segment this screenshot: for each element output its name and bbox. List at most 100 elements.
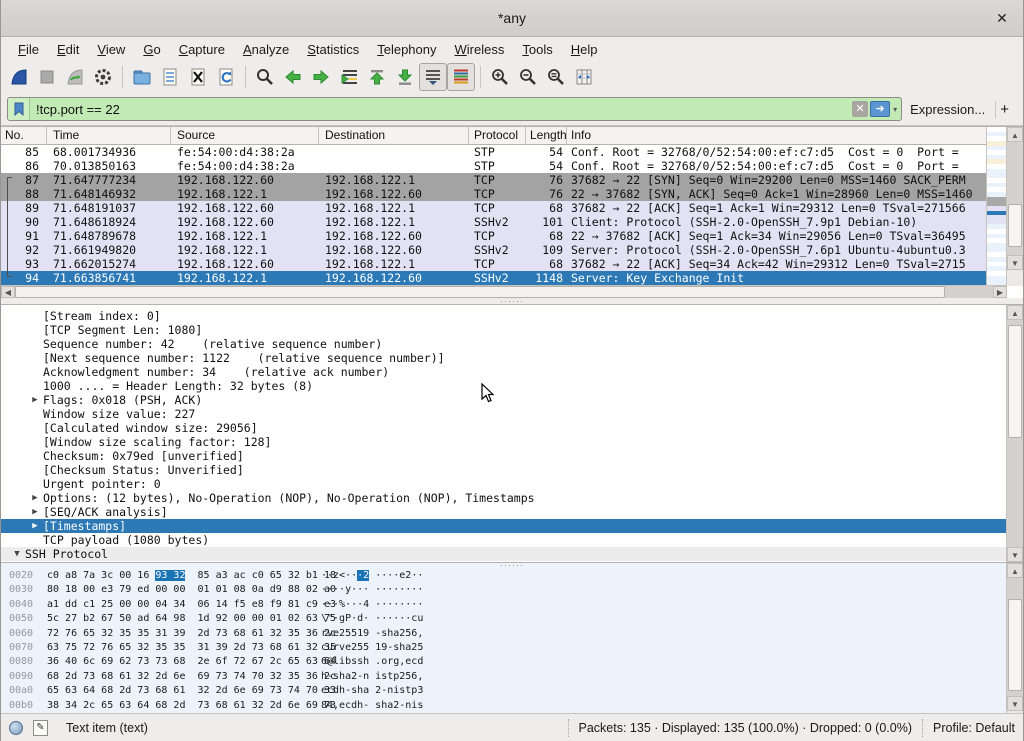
column-header-length[interactable]: Length: [526, 127, 567, 144]
go-first-packet-icon[interactable]: [363, 63, 391, 91]
packet-row[interactable]: 8971.648191037192.168.122.60192.168.122.…: [1, 201, 1023, 215]
resize-columns-icon[interactable]: [570, 63, 598, 91]
packet-row[interactable]: 8871.648146932192.168.122.1192.168.122.6…: [1, 187, 1023, 201]
expander-collapsed-icon[interactable]: ▶: [27, 491, 43, 505]
scrollbar-track[interactable]: [1007, 320, 1023, 547]
column-header-no[interactable]: No.: [1, 127, 47, 144]
close-file-icon[interactable]: [184, 63, 212, 91]
hex-ascii[interactable]: ···%···4 ········: [321, 598, 423, 612]
expander-expanded-icon[interactable]: ▼: [9, 547, 25, 561]
hex-row[interactable]: 00b038 34 2c 65 63 64 68 2d 73 68 61 32 …: [1, 699, 1006, 713]
detail-line[interactable]: Checksum: 0x79ed [unverified]: [1, 449, 1006, 463]
auto-scroll-toggle-icon[interactable]: [419, 63, 447, 91]
hex-bytes[interactable]: 80 18 00 e3 79 ed 00 00 01 01 08 0a d9 8…: [47, 583, 336, 597]
hex-bytes[interactable]: 38 34 2c 65 63 64 68 2d 73 68 61 32 2d 6…: [47, 699, 336, 713]
filter-clear-icon[interactable]: ✕: [852, 101, 868, 117]
packet-row[interactable]: 9071.648618924192.168.122.60192.168.122.…: [1, 215, 1023, 229]
detail-line[interactable]: ▶[SEQ/ACK analysis]: [1, 505, 1006, 519]
packet-minimap[interactable]: [986, 127, 1006, 285]
hex-row[interactable]: 00a065 63 64 68 2d 73 68 61 32 2d 6e 69 …: [1, 684, 1006, 698]
packet-row[interactable]: 9371.662015274192.168.122.60192.168.122.…: [1, 257, 1023, 271]
hex-ascii[interactable]: h-sha2-n istp256,: [321, 670, 423, 684]
scrollbar-track[interactable]: [1007, 578, 1023, 696]
detail-line[interactable]: Acknowledgment number: 34 (relative ack …: [1, 365, 1006, 379]
hex-bytes[interactable]: c0 a8 7a 3c 00 16 93 32 85 a3 ac c0 65 3…: [47, 569, 336, 583]
hex-bytes[interactable]: 72 76 65 32 35 35 31 39 2d 73 68 61 32 3…: [47, 627, 336, 641]
splitter-grip[interactable]: ······: [500, 299, 524, 303]
scroll-up-arrow-icon[interactable]: ▲: [1007, 305, 1023, 320]
scroll-down-arrow-icon[interactable]: ▼: [1007, 255, 1023, 270]
scrollbar-thumb[interactable]: [1008, 204, 1022, 247]
hex-ascii[interactable]: \'·gP·d· ······cu: [321, 612, 423, 626]
stop-capture-icon[interactable]: [33, 63, 61, 91]
packet-row[interactable]: 9271.661949820192.168.122.1192.168.122.6…: [1, 243, 1023, 257]
detail-line[interactable]: [Window size scaling factor: 128]: [1, 435, 1006, 449]
column-header-source[interactable]: Source: [171, 127, 319, 144]
scrollbar-thumb[interactable]: [15, 286, 945, 298]
go-next-packet-icon[interactable]: [307, 63, 335, 91]
hex-row[interactable]: 003080 18 00 e3 79 ed 00 00 01 01 08 0a …: [1, 583, 1006, 597]
hex-row[interactable]: 0040a1 dd c1 25 00 00 04 34 06 14 f5 e8 …: [1, 598, 1006, 612]
hex-row[interactable]: 006072 76 65 32 35 35 31 39 2d 73 68 61 …: [1, 627, 1006, 641]
hex-bytes[interactable]: 36 40 6c 69 62 73 73 68 2e 6f 72 67 2c 6…: [47, 655, 336, 669]
menu-view[interactable]: View: [88, 39, 134, 60]
menu-edit[interactable]: Edit: [48, 39, 88, 60]
packet-list-vscrollbar[interactable]: ▲ ▼: [1006, 127, 1023, 286]
detail-line[interactable]: [Stream index: 0]: [1, 309, 1006, 323]
details-vscrollbar[interactable]: ▲ ▼: [1006, 305, 1023, 563]
open-file-icon[interactable]: [128, 63, 156, 91]
hex-ascii[interactable]: ··z<···2 ····e2··: [321, 569, 423, 583]
menu-wireless[interactable]: Wireless: [446, 39, 514, 60]
hex-vscrollbar[interactable]: ▲ ▼: [1006, 563, 1023, 713]
window-close-button[interactable]: ✕: [993, 9, 1011, 27]
reload-file-icon[interactable]: [212, 63, 240, 91]
menu-telephony[interactable]: Telephony: [368, 39, 445, 60]
scrollbar-track[interactable]: [1007, 142, 1023, 255]
hex-ascii[interactable]: ····y··· ········: [321, 583, 423, 597]
colorize-toggle-icon[interactable]: [447, 63, 475, 91]
scroll-right-arrow-icon[interactable]: ▶: [993, 286, 1007, 298]
expander-collapsed-icon[interactable]: ▶: [27, 519, 43, 533]
go-last-packet-icon[interactable]: [391, 63, 419, 91]
scroll-up-arrow-icon[interactable]: ▲: [1007, 563, 1023, 578]
hex-row[interactable]: 0020c0 a8 7a 3c 00 16 93 32 85 a3 ac c0 …: [1, 569, 1006, 583]
menu-go[interactable]: Go: [134, 39, 169, 60]
detail-line[interactable]: ▼SSH Protocol: [1, 547, 1006, 561]
hex-bytes[interactable]: 68 2d 73 68 61 32 2d 6e 69 73 74 70 32 3…: [47, 670, 336, 684]
capture-comment-icon[interactable]: ✎: [33, 720, 48, 736]
filter-apply-icon[interactable]: ➜: [870, 101, 890, 117]
column-header-destination[interactable]: Destination: [319, 127, 469, 144]
detail-line[interactable]: TCP payload (1080 bytes): [1, 533, 1006, 547]
menu-file[interactable]: File: [9, 39, 48, 60]
detail-line[interactable]: Urgent pointer: 0: [1, 477, 1006, 491]
packet-row[interactable]: 8568.001734936fe:54:00:d4:38:2aSTP54Conf…: [1, 145, 1023, 159]
expander-collapsed-icon[interactable]: ▶: [27, 393, 43, 407]
restart-capture-icon[interactable]: [61, 63, 89, 91]
detail-line[interactable]: [Next sequence number: 1122 (relative se…: [1, 351, 1006, 365]
hex-bytes[interactable]: a1 dd c1 25 00 00 04 34 06 14 f5 e8 f9 8…: [47, 598, 336, 612]
hex-row[interactable]: 009068 2d 73 68 61 32 2d 6e 69 73 74 70 …: [1, 670, 1006, 684]
menu-capture[interactable]: Capture: [170, 39, 234, 60]
capture-options-icon[interactable]: [89, 63, 117, 91]
hex-bytes[interactable]: 5c 27 b2 67 50 ad 64 98 1d 92 00 00 01 0…: [47, 612, 336, 626]
expander-collapsed-icon[interactable]: ▶: [27, 505, 43, 519]
detail-line[interactable]: [Calculated window size: 29056]: [1, 421, 1006, 435]
zoom-out-icon[interactable]: [514, 63, 542, 91]
detail-line[interactable]: ▶Flags: 0x018 (PSH, ACK): [1, 393, 1006, 407]
detail-line[interactable]: ▶Options: (12 bytes), No-Operation (NOP)…: [1, 491, 1006, 505]
detail-line[interactable]: [TCP Segment Len: 1080]: [1, 323, 1006, 337]
find-packet-icon[interactable]: [251, 63, 279, 91]
packet-row[interactable]: 9171.648789678192.168.122.1192.168.122.6…: [1, 229, 1023, 243]
expert-info-icon[interactable]: [9, 721, 23, 735]
hex-ascii[interactable]: 6@libssh .org,ecd: [321, 655, 423, 669]
hex-row[interactable]: 00505c 27 b2 67 50 ad 64 98 1d 92 00 00 …: [1, 612, 1006, 626]
detail-line[interactable]: [Checksum Status: Unverified]: [1, 463, 1006, 477]
hex-ascii[interactable]: rve25519 -sha256,: [321, 627, 423, 641]
menu-help[interactable]: Help: [562, 39, 607, 60]
scrollbar-thumb[interactable]: [1008, 325, 1022, 439]
column-header-info[interactable]: Info: [567, 127, 1023, 144]
zoom-reset-icon[interactable]: [542, 63, 570, 91]
scroll-left-arrow-icon[interactable]: ◀: [1, 286, 15, 298]
menu-analyze[interactable]: Analyze: [234, 39, 298, 60]
hex-ascii[interactable]: 84,ecdh- sha2-nis: [321, 699, 423, 713]
